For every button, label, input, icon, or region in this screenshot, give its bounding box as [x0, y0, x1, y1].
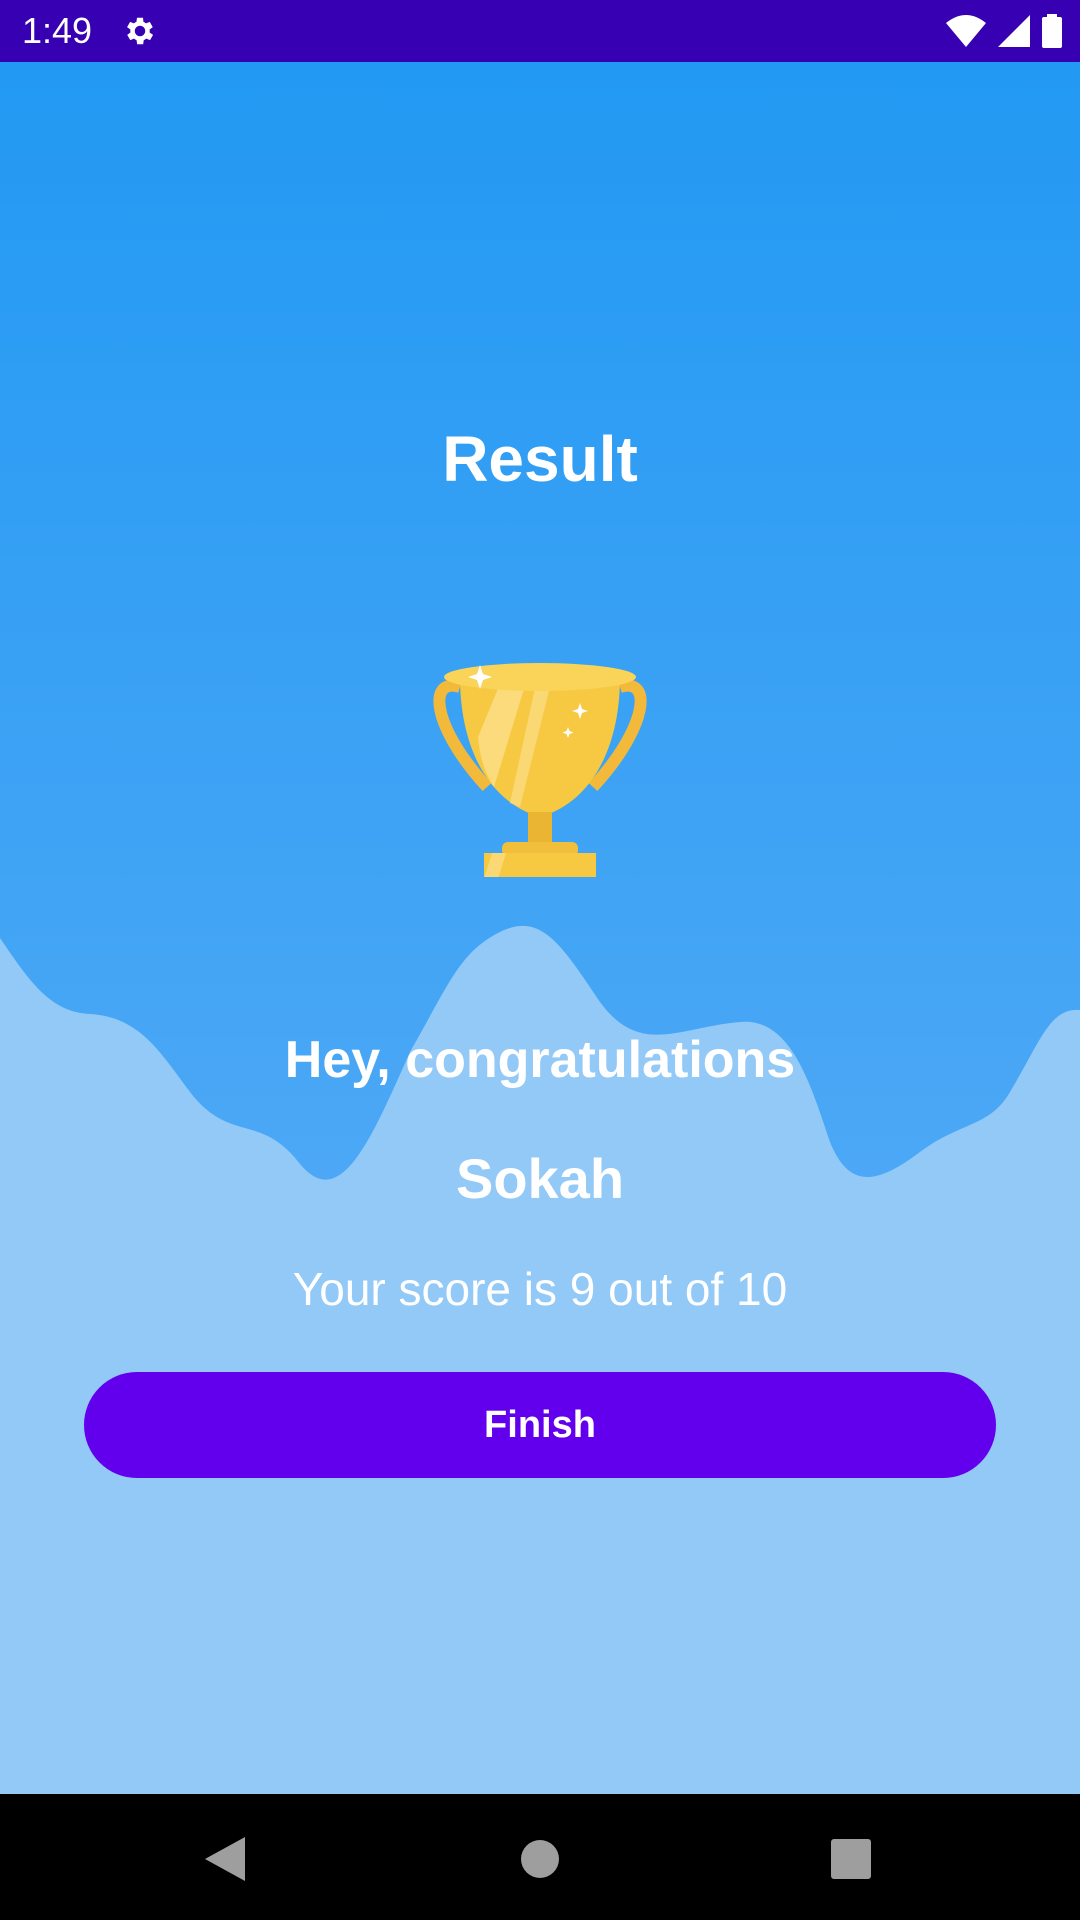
home-icon	[521, 1840, 559, 1878]
page-title: Result	[442, 423, 638, 495]
wave-background	[0, 925, 1080, 1794]
status-bar: 1:49	[0, 0, 1080, 62]
status-time: 1:49	[22, 10, 93, 51]
navigation-bar	[0, 1794, 1080, 1920]
back-button[interactable]	[190, 1824, 260, 1894]
gear-icon	[127, 17, 154, 45]
recents-button[interactable]	[816, 1824, 886, 1894]
trophy-icon	[433, 663, 647, 877]
recents-icon	[831, 1839, 871, 1879]
wifi-icon	[946, 15, 986, 47]
finish-button[interactable]: Finish	[84, 1372, 996, 1478]
score-text: Your score is 9 out of 10	[292, 1263, 788, 1315]
home-button[interactable]	[505, 1824, 575, 1894]
result-screen: Result Hey, congratulations Sokah Your s…	[0, 62, 1080, 1794]
cellular-icon	[998, 15, 1030, 47]
back-icon	[205, 1837, 245, 1881]
battery-icon	[1042, 14, 1062, 48]
user-name: Sokah	[455, 1147, 625, 1210]
congratulations-text: Hey, congratulations	[284, 1031, 796, 1089]
